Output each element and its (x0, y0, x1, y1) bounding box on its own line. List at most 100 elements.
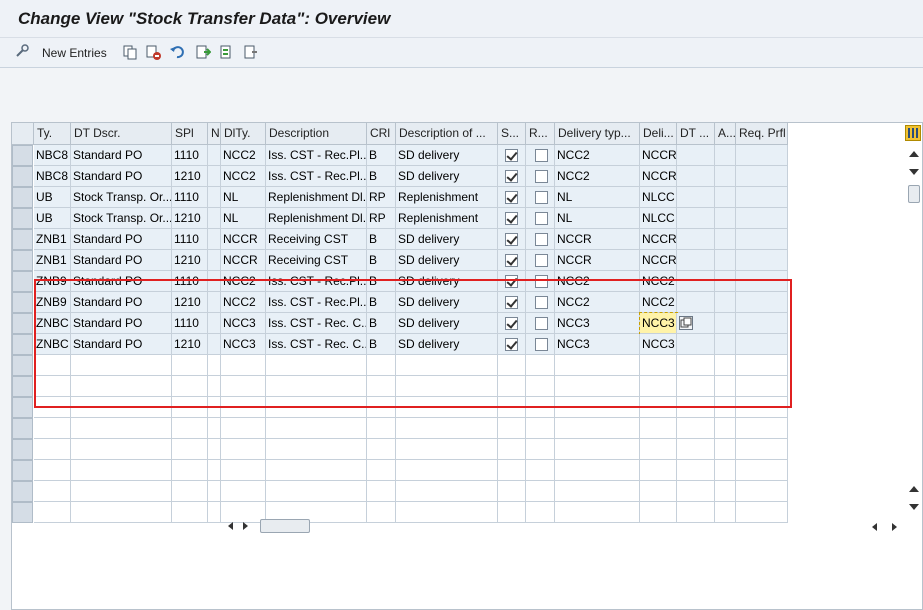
table-cell[interactable] (640, 481, 677, 502)
row-selector[interactable] (12, 439, 33, 460)
scroll-thumb[interactable] (260, 519, 310, 533)
table-cell[interactable]: Replenishment Dl... (266, 208, 367, 229)
table-cell[interactable] (736, 145, 788, 166)
table-cell[interactable]: NBC8 (34, 145, 71, 166)
row-selector[interactable] (12, 229, 33, 250)
table-cell[interactable]: SD delivery (396, 334, 498, 355)
table-cell[interactable]: 1110 (172, 229, 208, 250)
checkbox-s[interactable] (505, 191, 518, 204)
row-selector[interactable] (12, 250, 33, 271)
table-cell[interactable] (640, 355, 677, 376)
table-cell[interactable] (34, 481, 71, 502)
table-cell[interactable] (266, 481, 367, 502)
table-cell[interactable] (34, 355, 71, 376)
row-selector[interactable] (12, 460, 33, 481)
table-cell[interactable] (396, 418, 498, 439)
table-cell[interactable] (208, 460, 221, 481)
table-cell[interactable] (172, 355, 208, 376)
table-cell[interactable] (172, 376, 208, 397)
new-entries-button[interactable]: New Entries (42, 46, 107, 60)
scroll-left-icon[interactable] (872, 523, 877, 531)
column-header[interactable]: Description (266, 123, 367, 145)
table-cell[interactable] (266, 397, 367, 418)
scroll-right-icon[interactable] (892, 523, 897, 531)
table-cell[interactable] (498, 166, 526, 187)
table-cell[interactable] (221, 376, 266, 397)
table-cell[interactable] (266, 355, 367, 376)
table-cell[interactable]: Iss. CST - Rec.Pl... (266, 166, 367, 187)
table-cell[interactable] (266, 460, 367, 481)
table-cell[interactable] (677, 355, 715, 376)
table-cell[interactable] (526, 208, 555, 229)
checkbox-r[interactable] (535, 212, 548, 225)
column-header[interactable]: Deli... (640, 123, 677, 145)
row-selector[interactable] (12, 502, 33, 523)
row-selector[interactable] (12, 208, 33, 229)
table-cell[interactable]: Iss. CST - Rec. C... (266, 334, 367, 355)
table-cell[interactable] (677, 208, 715, 229)
table-cell[interactable] (71, 502, 172, 523)
table-cell[interactable]: NCC3 (640, 334, 677, 355)
scroll-down-icon[interactable] (909, 504, 919, 510)
table-cell[interactable] (71, 376, 172, 397)
table-cell[interactable] (715, 145, 736, 166)
table-cell[interactable]: B (367, 334, 396, 355)
table-cell[interactable] (715, 355, 736, 376)
table-cell[interactable]: ZNB9 (34, 271, 71, 292)
table-cell[interactable]: 1210 (172, 208, 208, 229)
customize-icon[interactable] (14, 44, 30, 60)
table-cell[interactable]: ZNB1 (34, 229, 71, 250)
table-cell[interactable]: Receiving CST (266, 229, 367, 250)
table-cell[interactable]: SD delivery (396, 145, 498, 166)
table-cell[interactable] (526, 355, 555, 376)
table-cell[interactable] (715, 334, 736, 355)
horizontal-scrollbar[interactable] (212, 518, 812, 534)
table-cell[interactable]: B (367, 166, 396, 187)
table-cell[interactable] (71, 439, 172, 460)
table-cell[interactable] (34, 376, 71, 397)
table-cell[interactable] (555, 418, 640, 439)
table-cell[interactable] (715, 460, 736, 481)
table-cell[interactable] (221, 355, 266, 376)
table-cell[interactable]: NL (555, 187, 640, 208)
checkbox-s[interactable] (505, 212, 518, 225)
table-cell[interactable]: NCC2 (221, 166, 266, 187)
table-cell[interactable]: 1210 (172, 334, 208, 355)
table-cell[interactable] (221, 397, 266, 418)
table-cell[interactable]: NCC3 (221, 334, 266, 355)
table-cell[interactable] (736, 187, 788, 208)
table-cell[interactable]: NCC2 (555, 145, 640, 166)
table-cell[interactable]: NCCR (555, 250, 640, 271)
table-cell[interactable] (677, 481, 715, 502)
table-cell[interactable] (715, 166, 736, 187)
table-cell[interactable]: Iss. CST - Rec.Pl... (266, 292, 367, 313)
table-cell[interactable] (736, 397, 788, 418)
table-cell[interactable] (172, 439, 208, 460)
table-cell[interactable] (208, 334, 221, 355)
column-header[interactable]: Delivery typ... (555, 123, 640, 145)
table-cell[interactable] (367, 439, 396, 460)
table-cell[interactable] (498, 208, 526, 229)
table-cell[interactable] (736, 313, 788, 334)
table-cell[interactable] (498, 313, 526, 334)
table-cell[interactable] (498, 271, 526, 292)
row-selector[interactable] (12, 481, 33, 502)
table-cell[interactable]: Iss. CST - Rec.Pl... (266, 271, 367, 292)
column-header[interactable]: Ty. (34, 123, 71, 145)
vertical-scrollbar[interactable] (906, 147, 922, 517)
column-header[interactable]: CRl (367, 123, 396, 145)
table-cell[interactable] (498, 460, 526, 481)
copy-icon[interactable] (122, 44, 138, 60)
table-cell[interactable]: NCCR (640, 166, 677, 187)
table-cell[interactable]: Standard PO (71, 229, 172, 250)
table-cell[interactable] (208, 313, 221, 334)
table-cell[interactable] (526, 439, 555, 460)
checkbox-s[interactable] (505, 233, 518, 246)
table-cell[interactable]: NL (221, 187, 266, 208)
table-cell[interactable] (555, 439, 640, 460)
table-cell[interactable] (715, 481, 736, 502)
table-cell[interactable]: Iss. CST - Rec.Pl... (266, 145, 367, 166)
table-cell[interactable] (208, 481, 221, 502)
table-cell[interactable] (677, 166, 715, 187)
table-cell[interactable] (715, 418, 736, 439)
